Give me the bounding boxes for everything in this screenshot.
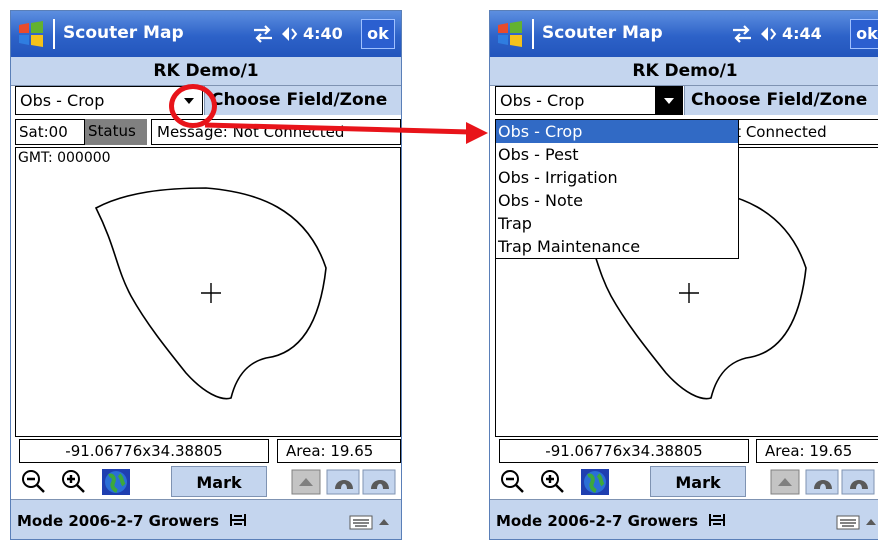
annotation-arrow	[204, 122, 488, 144]
